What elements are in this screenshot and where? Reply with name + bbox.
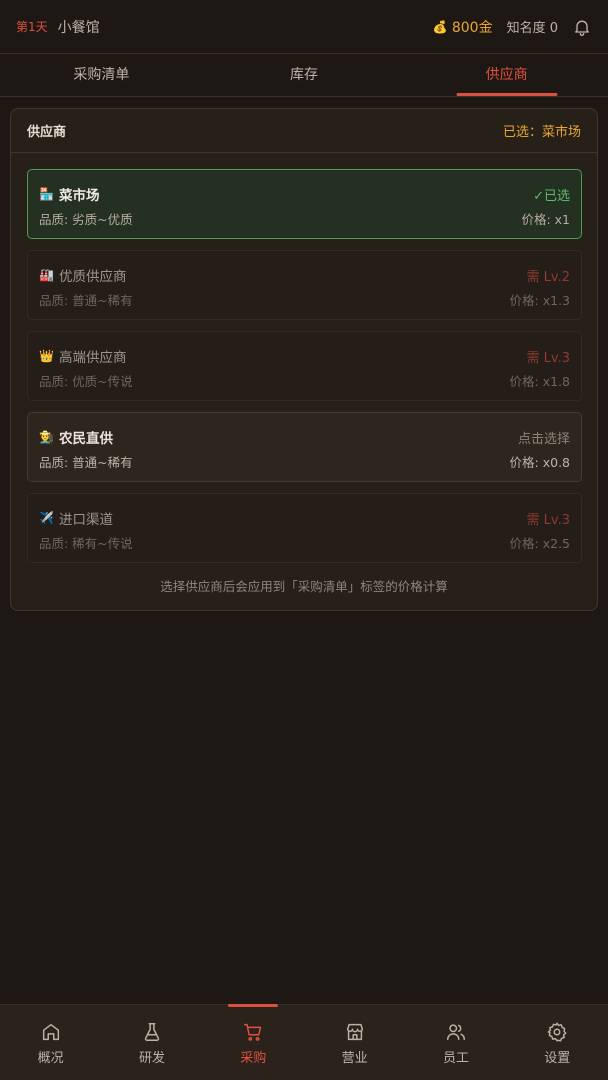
flask-icon [144,1023,160,1041]
card-header: ✈️ 进口渠道 需 Lv.3 [39,508,570,528]
selected-supplier-label: 已选：菜市场 [502,125,581,140]
top-bar: 第1天 小餐馆 💰 800金 知名度 0 [0,0,608,54]
supplier-name: 🏪 菜市场 [39,184,100,204]
card-header: 👨‍🌾 农民直供 点击选择 [39,427,570,447]
crown-icon: 👑 [39,349,54,363]
store-icon: 🏪 [39,187,54,201]
tab-purchase-list[interactable]: 采购清单 [0,54,203,96]
supplier-panel: 供应商 已选：菜市场 🏪 菜市场 ✓已选 品质: 劣质~优质 价格: x1 🏭 … [10,108,598,611]
gear-icon [547,1022,567,1042]
supplier-name-text: 高端供应商 [59,350,127,366]
supplier-quality: 品质: 稀有~传说 [39,536,133,551]
supplier-name: 👑 高端供应商 [39,346,127,366]
card-header: 🏪 菜市场 ✓已选 [39,184,570,204]
card-details: 品质: 普通~稀有 价格: x0.8 [39,452,570,471]
nav-label: 员工 [442,1051,469,1066]
gold-display: 💰 800金 [433,17,493,37]
supplier-status: 需 Lv.2 [526,269,570,285]
nav-label: 营业 [341,1051,368,1066]
supplier-card-quality[interactable]: 🏭 优质供应商 需 Lv.2 品质: 普通~稀有 价格: x1.3 [27,250,582,320]
home-icon [42,1023,59,1041]
card-details: 品质: 劣质~优质 价格: x1 [39,209,570,228]
money-bag-icon: 💰 [432,19,448,34]
factory-icon: 🏭 [39,268,54,282]
supplier-status: 点击选择 [517,431,570,447]
airplane-icon: ✈️ [39,511,54,525]
supplier-quality: 品质: 普通~稀有 [39,293,133,308]
nav-staff[interactable]: 员工 [405,1005,506,1080]
supplier-name: 🏭 优质供应商 [39,265,127,285]
nav-label: 研发 [138,1051,165,1066]
bottom-nav: 概况 研发 采购 营业 员工 设置 [0,1004,608,1080]
supplier-quality: 品质: 普通~稀有 [39,455,133,470]
bell-icon[interactable] [572,17,592,37]
supplier-card-import[interactable]: ✈️ 进口渠道 需 Lv.3 品质: 稀有~传说 价格: x2.5 [27,493,582,563]
nav-business[interactable]: 营业 [304,1005,405,1080]
supplier-card-market[interactable]: 🏪 菜市场 ✓已选 品质: 劣质~优质 价格: x1 [27,169,582,239]
card-header: 🏭 优质供应商 需 Lv.2 [39,265,570,285]
supplier-status: 需 Lv.3 [526,512,570,528]
shop-name: 小餐馆 [57,19,100,36]
fame-display: 知名度 0 [506,21,558,36]
supplier-name: 👨‍🌾 农民直供 [39,427,113,447]
gold-amount: 800金 [451,19,493,36]
users-icon [446,1024,465,1041]
card-details: 品质: 普通~稀有 价格: x1.3 [39,290,570,309]
supplier-card-farmer[interactable]: 👨‍🌾 农民直供 点击选择 品质: 普通~稀有 价格: x0.8 [27,412,582,482]
cart-icon [244,1023,262,1041]
supplier-card-premium[interactable]: 👑 高端供应商 需 Lv.3 品质: 优质~传说 价格: x1.8 [27,331,582,401]
store-icon [346,1023,363,1041]
supplier-quality: 品质: 劣质~优质 [39,212,133,227]
supplier-price: 价格: x1.8 [509,374,570,389]
supplier-price: 价格: x0.8 [509,455,570,470]
supplier-status: 需 Lv.3 [526,350,570,366]
supplier-name-text: 菜市场 [59,188,100,204]
supplier-name-text: 农民直供 [59,431,113,447]
supplier-name-text: 进口渠道 [59,512,113,528]
supplier-name: ✈️ 进口渠道 [39,508,113,528]
nav-settings[interactable]: 设置 [507,1005,608,1080]
panel-header: 供应商 已选：菜市场 [11,109,597,153]
nav-label: 采购 [240,1051,267,1066]
supplier-name-text: 优质供应商 [59,269,127,285]
tab-bar: 采购清单 库存 供应商 [0,54,608,97]
supplier-price: 价格: x1 [521,212,570,227]
nav-research[interactable]: 研发 [101,1005,202,1080]
nav-label: 设置 [544,1051,571,1066]
supplier-quality: 品质: 优质~传说 [39,374,133,389]
supplier-price: 价格: x2.5 [509,536,570,551]
card-details: 品质: 优质~传说 价格: x1.8 [39,371,570,390]
tab-suppliers[interactable]: 供应商 [405,54,608,96]
supplier-note: 选择供应商后会应用到「采购清单」标签的价格计算 [160,579,448,594]
panel-title: 供应商 [27,125,67,140]
day-counter: 第1天 [16,20,48,34]
tab-inventory[interactable]: 库存 [203,54,406,96]
nav-purchase[interactable]: 采购 [203,1005,304,1080]
card-details: 品质: 稀有~传说 价格: x2.5 [39,533,570,552]
nav-overview[interactable]: 概况 [0,1005,101,1080]
nav-label: 概况 [37,1051,64,1066]
supplier-price: 价格: x1.3 [509,293,570,308]
card-header: 👑 高端供应商 需 Lv.3 [39,346,570,366]
supplier-status: ✓已选 [533,188,570,204]
farmer-icon: 👨‍🌾 [39,430,54,444]
